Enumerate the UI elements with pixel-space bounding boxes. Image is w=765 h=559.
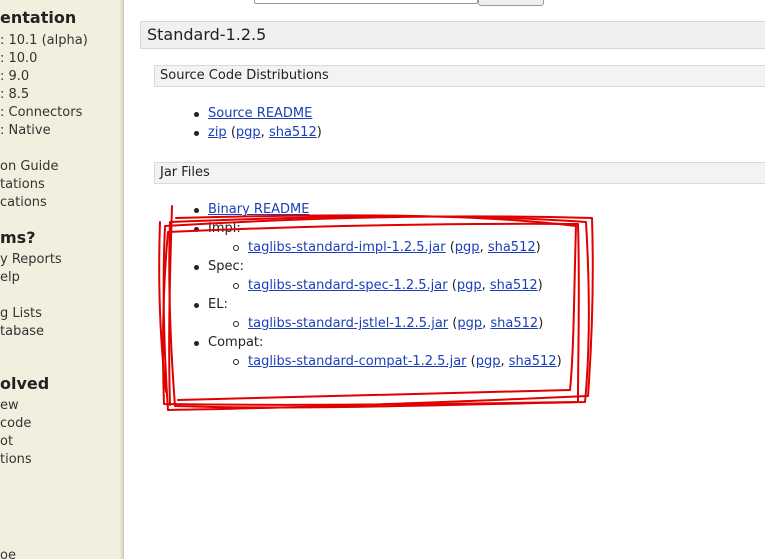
paren: )	[535, 240, 541, 255]
jar-item-compat: taglibs-standard-compat-1.2.5.jar (pgp, …	[248, 353, 562, 371]
spec-jar-link[interactable]: taglibs-standard-spec-1.2.5.jar	[248, 278, 448, 293]
jar-item-el: taglibs-standard-jstlel-1.2.5.jar (pgp, …	[248, 315, 543, 333]
binary-readme-link[interactable]: Binary README	[208, 202, 310, 217]
bullet	[194, 227, 199, 232]
section-header: Standard-1.2.5	[140, 21, 765, 49]
sidebar-item-translations[interactable]: tions	[0, 452, 32, 467]
jar-group-label-spec: Spec:	[208, 259, 245, 274]
subheader-source-dist: Source Code Distributions	[154, 65, 765, 87]
list-item-binary-readme: Binary README	[208, 201, 310, 219]
sidebar-heading-documentation: entation	[0, 8, 77, 27]
sub-bullet	[233, 283, 239, 289]
bullet	[194, 303, 199, 308]
impl-sha512-link[interactable]: sha512	[488, 240, 536, 255]
sidebar-item-overview[interactable]: ew	[0, 398, 19, 413]
sidebar-heading-get-involved: olved	[0, 374, 50, 393]
paren: )	[556, 354, 562, 369]
el-pgp-link[interactable]: pgp	[457, 316, 482, 331]
spec-sha512-link[interactable]: sha512	[490, 278, 538, 293]
paren: (	[445, 240, 455, 255]
paren: (	[226, 125, 236, 140]
sidebar-item-tomcat-10-0[interactable]: : 10.0	[0, 51, 37, 66]
comma: ,	[481, 278, 490, 293]
paren: )	[537, 278, 543, 293]
comma: ,	[479, 240, 488, 255]
sidebar-item-source-code[interactable]: code	[0, 416, 31, 431]
bullet	[194, 112, 199, 117]
impl-jar-link[interactable]: taglibs-standard-impl-1.2.5.jar	[248, 240, 446, 255]
impl-pgp-link[interactable]: pgp	[455, 240, 480, 255]
sidebar-item-bug-database[interactable]: tabase	[0, 324, 44, 339]
el-jar-link[interactable]: taglibs-standard-jstlel-1.2.5.jar	[248, 316, 448, 331]
sidebar-item-tomcat-10-1[interactable]: : 10.1 (alpha)	[0, 33, 88, 48]
sidebar-item-tomcat-9-0[interactable]: : 9.0	[0, 69, 29, 84]
sub-bullet	[233, 321, 239, 327]
sidebar-item-security-reports[interactable]: y Reports	[0, 252, 62, 267]
jar-item-impl: taglibs-standard-impl-1.2.5.jar (pgp, sh…	[248, 239, 541, 257]
compat-sha512-link[interactable]: sha512	[509, 354, 557, 369]
sidebar-item-native[interactable]: : Native	[0, 123, 51, 138]
sidebar-heading-problems: ms?	[0, 228, 36, 247]
jar-group-label-impl: Impl:	[208, 221, 241, 236]
el-sha512-link[interactable]: sha512	[490, 316, 538, 331]
list-item-source-readme: Source README	[208, 105, 312, 123]
bullet	[194, 341, 199, 346]
sidebar-item-specifications[interactable]: cations	[0, 195, 47, 210]
paren: (	[448, 316, 458, 331]
jar-group-label-compat: Compat:	[208, 335, 264, 350]
source-zip-link[interactable]: zip	[208, 125, 227, 140]
sidebar-shadow	[119, 0, 123, 559]
subheader-jar-files-title: Jar Files	[160, 165, 210, 180]
sidebar-item-tomcat-8-5[interactable]: : 8.5	[0, 87, 29, 102]
sub-bullet	[233, 359, 239, 365]
paren: (	[447, 278, 457, 293]
search-input[interactable]	[254, 0, 478, 4]
section-title: Standard-1.2.5	[147, 25, 267, 44]
comma: ,	[500, 354, 509, 369]
sub-bullet	[233, 245, 239, 251]
spec-pgp-link[interactable]: pgp	[457, 278, 482, 293]
source-zip-sha512-link[interactable]: sha512	[269, 125, 317, 140]
sidebar: entation : 10.1 (alpha) : 10.0 : 9.0 : 8…	[0, 0, 124, 559]
bullet	[194, 265, 199, 270]
paren: (	[466, 354, 476, 369]
sidebar-item-migration-guide[interactable]: on Guide	[0, 159, 59, 174]
bullet	[194, 208, 199, 213]
paren: )	[316, 125, 322, 140]
list-item-source-zip: zip (pgp, sha512)	[208, 124, 322, 142]
compat-pgp-link[interactable]: pgp	[476, 354, 501, 369]
jar-item-spec: taglibs-standard-spec-1.2.5.jar (pgp, sh…	[248, 277, 543, 295]
sidebar-item-find-help[interactable]: elp	[0, 270, 20, 285]
sidebar-item-connectors[interactable]: : Connectors	[0, 105, 82, 120]
search-button[interactable]	[478, 0, 544, 6]
jar-group-label-el: EL:	[208, 297, 228, 312]
compat-jar-link[interactable]: taglibs-standard-compat-1.2.5.jar	[248, 354, 467, 369]
bullet	[194, 131, 199, 136]
sidebar-item-buildbot[interactable]: ot	[0, 434, 13, 449]
subheader-source-dist-title: Source Code Distributions	[160, 68, 329, 83]
sidebar-item-mailing-lists[interactable]: g Lists	[0, 306, 42, 321]
sidebar-item-presentations[interactable]: tations	[0, 177, 45, 192]
comma: ,	[260, 125, 269, 140]
source-readme-link[interactable]: Source README	[208, 106, 312, 121]
source-zip-pgp-link[interactable]: pgp	[236, 125, 261, 140]
paren: )	[538, 316, 544, 331]
sidebar-item-bottom[interactable]: oe	[0, 548, 16, 559]
subheader-jar-files: Jar Files	[154, 162, 765, 184]
